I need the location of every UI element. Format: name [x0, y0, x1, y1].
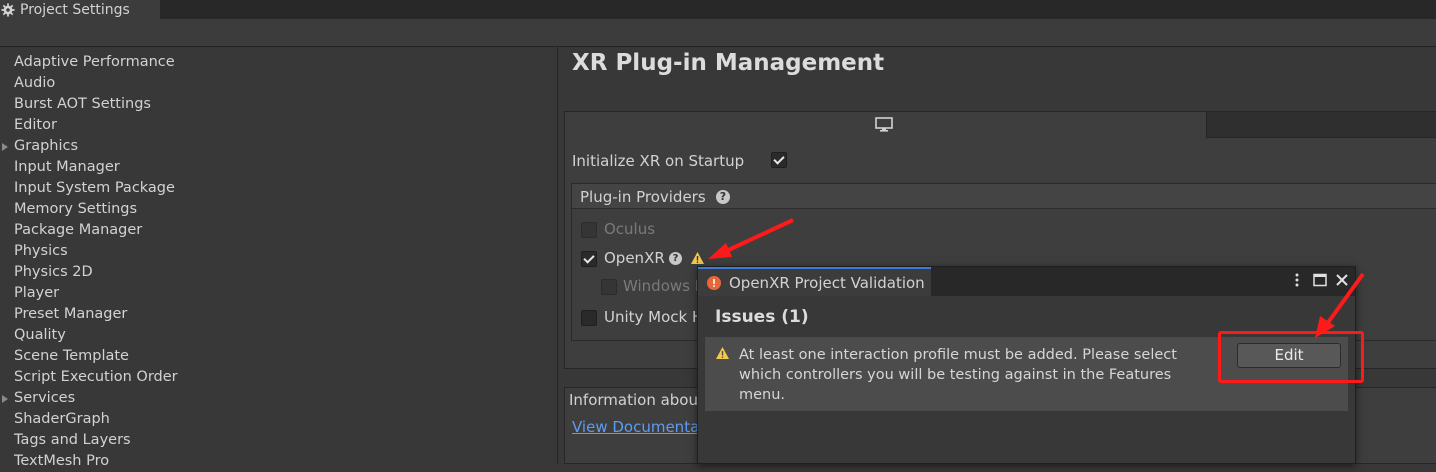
sidebar-item[interactable]: Graphics — [14, 136, 78, 157]
tab-standalone[interactable] — [565, 112, 1207, 139]
sidebar-item[interactable]: Quality — [14, 325, 66, 346]
monitor-icon — [875, 117, 893, 132]
expand-caret-icon[interactable] — [2, 143, 8, 151]
provider-label-oculus: Oculus — [604, 220, 656, 238]
openxr-help-icon[interactable]: ? — [669, 252, 682, 265]
provider-checkbox-openxr[interactable] — [581, 251, 597, 267]
sidebar-item[interactable]: Scene Template — [14, 346, 129, 367]
sidebar-item[interactable]: Audio — [14, 73, 55, 94]
provider-label-openxr: OpenXR — [604, 249, 665, 267]
provider-checkbox-unity-mock[interactable] — [581, 310, 597, 326]
sidebar-item[interactable]: Package Manager — [14, 220, 142, 241]
annotation-arrow-edit-icon — [1315, 272, 1365, 338]
window-titlebar — [0, 0, 1436, 19]
sidebar-item[interactable]: Editor — [14, 115, 57, 136]
gear-icon — [1, 2, 15, 17]
sidebar-item[interactable]: ShaderGraph — [14, 409, 110, 430]
issue-warning-icon — [716, 347, 729, 359]
sidebar-item[interactable]: Script Execution Order — [14, 367, 178, 388]
sidebar-item[interactable]: Services — [14, 388, 75, 409]
annotation-arrow-icon — [708, 218, 794, 259]
sidebar-item[interactable]: Player — [14, 283, 59, 304]
toolbar — [0, 19, 1436, 47]
sidebar: Adaptive Performance Audio Burst AOT Setti… — [0, 47, 557, 469]
window-title: Project Settings — [20, 1, 130, 18]
sidebar-item[interactable]: Physics 2D — [14, 262, 93, 283]
popup-title: OpenXR Project Validation — [729, 273, 925, 292]
sidebar-item[interactable]: Input Manager — [14, 157, 120, 178]
popup-tab[interactable]: OpenXR Project Validation — [698, 267, 931, 296]
page-title: XR Plug-in Management — [572, 50, 885, 76]
init-xr-checkbox[interactable] — [771, 152, 787, 168]
provider-checkbox-oculus[interactable] — [581, 222, 597, 238]
window-tab[interactable]: Project Settings — [0, 0, 160, 19]
providers-header-label: Plug-in Providers — [580, 188, 706, 206]
sidebar-divider[interactable] — [557, 47, 558, 464]
sidebar-item[interactable]: Physics — [14, 241, 68, 262]
expand-caret-icon[interactable] — [2, 395, 8, 403]
sidebar-item[interactable]: Burst AOT Settings — [14, 94, 151, 115]
sidebar-item[interactable]: Input System Package — [14, 178, 175, 199]
sidebar-item[interactable]: TextMesh Pro — [14, 451, 109, 472]
provider-checkbox-windows-mr[interactable] — [601, 279, 617, 295]
init-xr-label: Initialize XR on Startup — [572, 152, 745, 170]
issues-heading: Issues (1) — [715, 307, 809, 327]
sidebar-item[interactable]: Adaptive Performance — [14, 52, 175, 73]
help-icon[interactable]: ? — [716, 190, 730, 204]
provider-label-unity-mock: Unity Mock H — [604, 308, 704, 326]
more-options-icon[interactable] — [1290, 272, 1304, 288]
issue-text: At least one interaction profile must be… — [739, 347, 1177, 403]
sidebar-item[interactable]: Tags and Layers — [14, 430, 131, 451]
error-icon — [707, 275, 721, 290]
sidebar-item[interactable]: Memory Settings — [14, 199, 137, 220]
docs-link[interactable]: View Documenta — [572, 418, 699, 436]
sidebar-item[interactable]: Preset Manager — [14, 304, 127, 325]
info-label: Information about — [569, 391, 704, 409]
tab-other-platform[interactable] — [1207, 112, 1436, 138]
provider-label-windows-mr: Windows M — [623, 277, 708, 295]
